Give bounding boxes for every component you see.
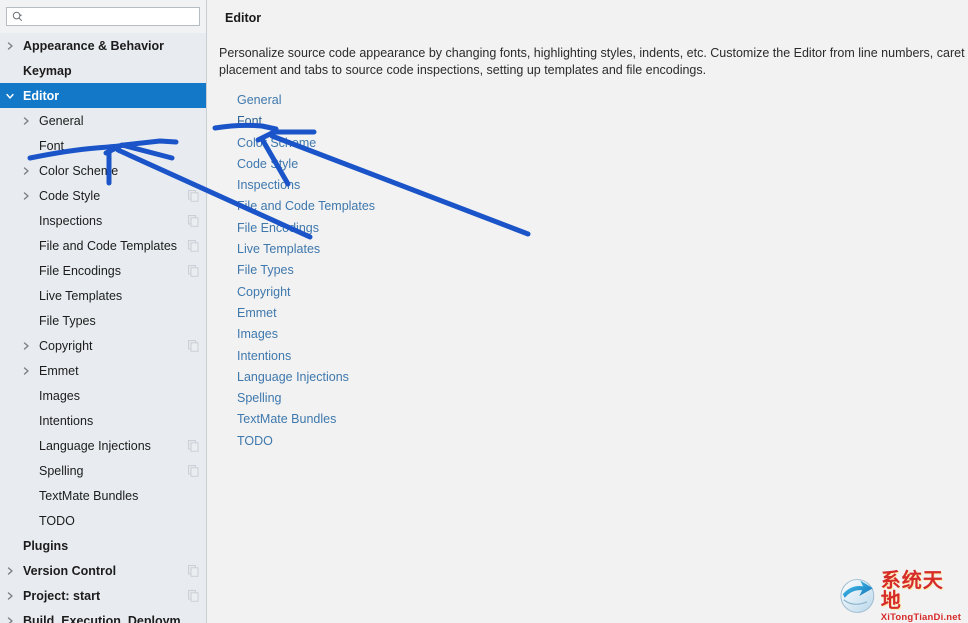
- chevron-right-icon[interactable]: [20, 115, 32, 127]
- page-description: Personalize source code appearance by ch…: [219, 46, 965, 77]
- globe-logo-icon: [840, 579, 875, 613]
- copy-icon[interactable]: [188, 439, 199, 452]
- chevron-down-icon[interactable]: [4, 90, 16, 102]
- sidebar-item-label: Appearance & Behavior: [23, 38, 165, 53]
- settings-sidebar: Appearance & Behavior Keymap Editor General…: [0, 0, 207, 623]
- subpage-link-copyright[interactable]: Copyright: [237, 282, 291, 303]
- sidebar-item-emmet[interactable]: Emmet: [0, 358, 206, 383]
- settings-dialog: Appearance & Behavior Keymap Editor General…: [0, 0, 968, 623]
- subpage-link-images[interactable]: Images: [237, 324, 278, 345]
- copy-icon[interactable]: [188, 464, 199, 477]
- sidebar-item-language-injections[interactable]: Language Injections: [0, 433, 206, 458]
- subpage-link-file-and-code-templates[interactable]: File and Code Templates: [237, 196, 375, 217]
- sidebar-item-label: Build, Execution, Deployment: [23, 613, 199, 623]
- sidebar-item-label: Language Injections: [39, 438, 151, 453]
- copy-icon[interactable]: [188, 239, 199, 252]
- sidebar-item-label: Inspections: [39, 213, 103, 228]
- sidebar-item-file-types[interactable]: File Types: [0, 308, 206, 333]
- sidebar-item-keymap[interactable]: Keymap: [0, 58, 206, 83]
- sidebar-item-plugins[interactable]: Plugins: [0, 533, 206, 558]
- sidebar-item-spelling[interactable]: Spelling: [0, 458, 206, 483]
- sidebar-item-build-execution-deployment[interactable]: Build, Execution, Deployment: [0, 608, 206, 623]
- sidebar-item-label: Images: [39, 388, 80, 403]
- copy-icon[interactable]: [188, 564, 199, 577]
- sidebar-item-intentions[interactable]: Intentions: [0, 408, 206, 433]
- sidebar-item-general[interactable]: General: [0, 108, 206, 133]
- sidebar-item-file-and-code-templates[interactable]: File and Code Templates: [0, 233, 206, 258]
- subpage-link-list: General Font Color Scheme Code Style Inspect…: [237, 90, 375, 452]
- subpage-link-todo[interactable]: TODO: [237, 431, 273, 452]
- chevron-right-icon[interactable]: [20, 165, 32, 177]
- subpage-link-file-encodings[interactable]: File Encodings: [237, 218, 319, 239]
- sidebar-item-color-scheme[interactable]: Color Scheme: [0, 158, 206, 183]
- subpage-link-inspections[interactable]: Inspections: [237, 175, 300, 196]
- sidebar-item-todo[interactable]: TODO: [0, 508, 206, 533]
- sidebar-item-inspections[interactable]: Inspections: [0, 208, 206, 233]
- sidebar-item-label: File Encodings: [39, 263, 121, 278]
- subpage-link-spelling[interactable]: Spelling: [237, 388, 281, 409]
- subpage-link-color-scheme[interactable]: Color Scheme: [237, 133, 316, 154]
- sidebar-item-textmate-bundles[interactable]: TextMate Bundles: [0, 483, 206, 508]
- sidebar-item-label: Plugins: [23, 538, 69, 553]
- sidebar-item-code-style[interactable]: Code Style: [0, 183, 206, 208]
- copy-icon[interactable]: [188, 214, 199, 227]
- copy-icon[interactable]: [188, 264, 199, 277]
- watermark: 系统天地 XiTongTianDi.net: [838, 570, 962, 622]
- chevron-right-icon[interactable]: [20, 190, 32, 202]
- sidebar-item-file-encodings[interactable]: File Encodings: [0, 258, 206, 283]
- subpage-link-emmet[interactable]: Emmet: [237, 303, 277, 324]
- copy-icon[interactable]: [188, 339, 199, 352]
- subpage-link-file-types[interactable]: File Types: [237, 260, 294, 281]
- sidebar-item-label: Keymap: [23, 63, 72, 78]
- search-input[interactable]: [23, 9, 187, 24]
- copy-icon[interactable]: [188, 589, 199, 602]
- sidebar-item-label: Live Templates: [39, 288, 123, 303]
- sidebar-item-copyright[interactable]: Copyright: [0, 333, 206, 358]
- sidebar-item-label: Color Scheme: [39, 163, 119, 178]
- chevron-right-icon[interactable]: [4, 565, 16, 577]
- sidebar-item-version-control[interactable]: Version Control: [0, 558, 206, 583]
- sidebar-item-label: TODO: [39, 513, 75, 528]
- sidebar-item-images[interactable]: Images: [0, 383, 206, 408]
- subpage-link-code-style[interactable]: Code Style: [237, 154, 298, 175]
- subpage-link-font[interactable]: Font: [237, 111, 262, 132]
- chevron-right-icon[interactable]: [4, 590, 16, 602]
- subpage-link-intentions[interactable]: Intentions: [237, 346, 291, 367]
- sidebar-item-label: Emmet: [39, 363, 79, 378]
- chevron-right-icon[interactable]: [20, 365, 32, 377]
- search-icon: [12, 11, 23, 22]
- chevron-right-icon[interactable]: [20, 340, 32, 352]
- sidebar-item-label: Spelling: [39, 463, 84, 478]
- watermark-en: XiTongTianDi.net: [880, 611, 962, 623]
- sidebar-item-live-templates[interactable]: Live Templates: [0, 283, 206, 308]
- sidebar-item-label: File and Code Templates: [39, 238, 178, 253]
- watermark-cn: 系统天地: [880, 567, 944, 612]
- sidebar-item-label: Copyright: [39, 338, 93, 353]
- sidebar-item-editor[interactable]: Editor: [0, 83, 206, 108]
- sidebar-item-appearance-behavior[interactable]: Appearance & Behavior: [0, 33, 206, 58]
- sidebar-item-label: File Types: [39, 313, 96, 328]
- sidebar-item-label: Font: [39, 138, 65, 153]
- sidebar-item-label: Editor: [23, 88, 60, 103]
- search-bar: [0, 0, 206, 33]
- sidebar-item-label: Intentions: [39, 413, 94, 428]
- sidebar-item-label: Project: start: [23, 588, 101, 603]
- page-title: Editor: [225, 11, 262, 25]
- search-box[interactable]: [6, 7, 200, 26]
- subpage-link-language-injections[interactable]: Language Injections: [237, 367, 349, 388]
- chevron-right-icon[interactable]: [4, 40, 16, 52]
- sidebar-item-label: General: [39, 113, 84, 128]
- subpage-link-textmate-bundles[interactable]: TextMate Bundles: [237, 409, 336, 430]
- subpage-link-live-templates[interactable]: Live Templates: [237, 239, 320, 260]
- copy-icon[interactable]: [188, 189, 199, 202]
- sidebar-item-project-start[interactable]: Project: start: [0, 583, 206, 608]
- chevron-right-icon[interactable]: [4, 615, 16, 623]
- sidebar-item-label: TextMate Bundles: [39, 488, 139, 503]
- settings-main-pane: Editor Personalize source code appearanc…: [213, 0, 968, 623]
- settings-tree: Appearance & Behavior Keymap Editor General…: [0, 33, 206, 623]
- sidebar-item-font[interactable]: Font: [0, 133, 206, 158]
- subpage-link-general[interactable]: General: [237, 90, 281, 111]
- sidebar-item-label: Code Style: [39, 188, 101, 203]
- sidebar-item-label: Version Control: [23, 563, 117, 578]
